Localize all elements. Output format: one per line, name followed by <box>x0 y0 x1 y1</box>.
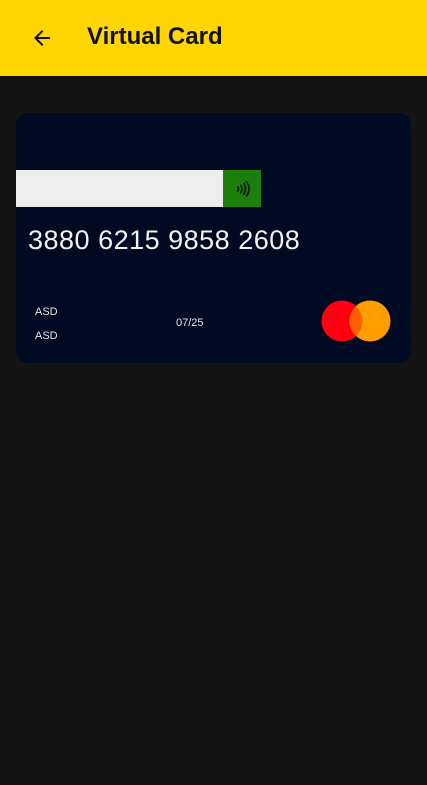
back-button[interactable] <box>22 18 62 58</box>
card-number: 3880 6215 9858 2608 <box>28 225 301 255</box>
contactless-icon <box>237 180 250 197</box>
virtual-card[interactable]: 3880 6215 9858 2608 ASD ASD 07/25 <box>16 113 411 363</box>
arrow-left-icon <box>34 30 50 46</box>
app-bar: Virtual Card <box>0 0 427 76</box>
magnetic-strip <box>16 170 223 207</box>
page-title: Virtual Card <box>87 23 223 50</box>
card-expiry: 07/25 <box>176 317 204 329</box>
contactless-badge <box>223 170 261 207</box>
card-holder-first-name: ASD <box>35 306 58 318</box>
card-brand-logo <box>321 300 391 342</box>
mastercard-logo-icon <box>321 300 391 342</box>
card-holder-last-name: ASD <box>35 330 58 342</box>
